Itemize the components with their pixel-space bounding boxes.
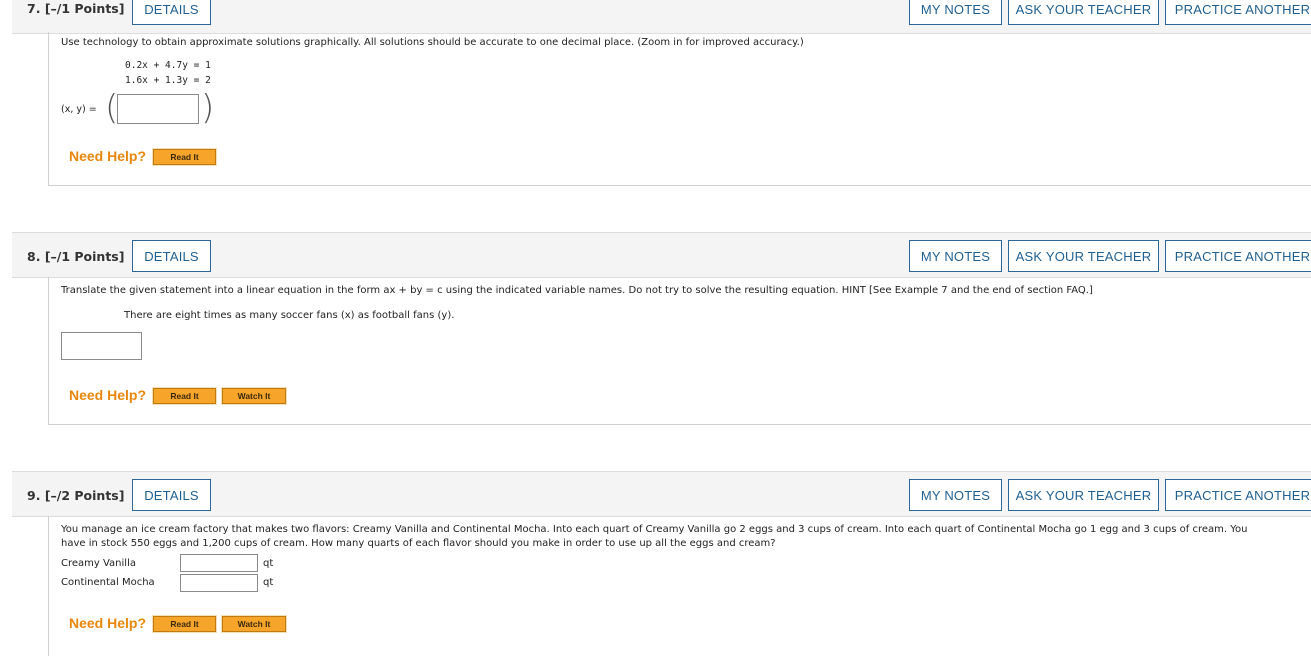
q9-need-help-label: Need Help? <box>69 615 147 631</box>
q7-my-notes-button[interactable]: MY NOTES <box>909 0 1002 25</box>
q8-practice-another-button[interactable]: PRACTICE ANOTHER <box>1165 240 1311 272</box>
q9-row2-unit: qt <box>263 577 274 588</box>
q9-my-notes-button[interactable]: MY NOTES <box>909 479 1002 511</box>
q7-header: 7. [–/1 Points] DETAILS MY NOTES ASK YOU… <box>12 0 1311 34</box>
q9-body: You manage an ice cream factory that mak… <box>48 516 1311 656</box>
q8-statement: There are eight times as many soccer fan… <box>124 310 455 321</box>
q8-title: 8. [–/1 Points] <box>27 249 124 264</box>
q7-equation-1: 0.2x + 4.7y = 1 <box>125 60 211 71</box>
q9-row1-unit: qt <box>263 558 274 569</box>
q9-prompt-line-1: You manage an ice cream factory that mak… <box>61 524 1248 535</box>
q9-points: [–/2 Points] <box>44 488 125 503</box>
q9-practice-another-button[interactable]: PRACTICE ANOTHER <box>1165 479 1311 511</box>
q9-row1-label: Creamy Vanilla <box>61 558 136 569</box>
q8-body: Translate the given statement into a lin… <box>48 277 1311 425</box>
q8-header: 8. [–/1 Points] DETAILS MY NOTES ASK YOU… <box>12 232 1311 278</box>
q8-ask-teacher-button[interactable]: ASK YOUR TEACHER <box>1008 240 1159 272</box>
q9-creamy-vanilla-input[interactable] <box>180 554 258 572</box>
q7-number: 7. <box>27 1 41 16</box>
q9-header: 9. [–/2 Points] DETAILS MY NOTES ASK YOU… <box>12 471 1311 517</box>
q7-ask-teacher-button[interactable]: ASK YOUR TEACHER <box>1008 0 1159 25</box>
q7-answer-input[interactable] <box>117 94 199 124</box>
q8-my-notes-button[interactable]: MY NOTES <box>909 240 1002 272</box>
q9-ask-teacher-button[interactable]: ASK YOUR TEACHER <box>1008 479 1159 511</box>
q9-details-button[interactable]: DETAILS <box>132 479 211 511</box>
q7-details-button[interactable]: DETAILS <box>132 0 211 25</box>
q8-prompt: Translate the given statement into a lin… <box>61 285 1093 296</box>
q9-continental-mocha-input[interactable] <box>180 574 258 592</box>
q7-body: Use technology to obtain approximate sol… <box>48 32 1311 186</box>
q7-prompt: Use technology to obtain approximate sol… <box>61 37 804 48</box>
q8-watch-it-button[interactable]: Watch It <box>221 387 287 405</box>
q8-number: 8. <box>27 249 41 264</box>
q9-title: 9. [–/2 Points] <box>27 488 124 503</box>
q8-read-it-button[interactable]: Read It <box>152 387 217 405</box>
q9-read-it-button[interactable]: Read It <box>152 615 217 633</box>
q7-equation-2: 1.6x + 1.3y = 2 <box>125 75 211 86</box>
q7-right-paren: ) <box>201 88 215 128</box>
q7-practice-another-button[interactable]: PRACTICE ANOTHER <box>1165 0 1311 25</box>
q9-prompt-line-2: have in stock 550 eggs and 1,200 cups of… <box>61 538 776 549</box>
q8-points: [–/1 Points] <box>44 249 125 264</box>
q7-points: [–/1 Points] <box>44 1 125 16</box>
q8-need-help-label: Need Help? <box>69 387 147 403</box>
q8-answer-input[interactable] <box>61 332 142 360</box>
q7-read-it-button[interactable]: Read It <box>152 148 217 166</box>
q9-watch-it-button[interactable]: Watch It <box>221 615 287 633</box>
q7-answer-label: (x, y) = <box>61 104 97 115</box>
q7-title: 7. [–/1 Points] <box>27 1 124 16</box>
q8-details-button[interactable]: DETAILS <box>132 240 211 272</box>
q7-need-help-label: Need Help? <box>69 148 147 164</box>
q9-row2-label: Continental Mocha <box>61 577 155 588</box>
q9-number: 9. <box>27 488 41 503</box>
